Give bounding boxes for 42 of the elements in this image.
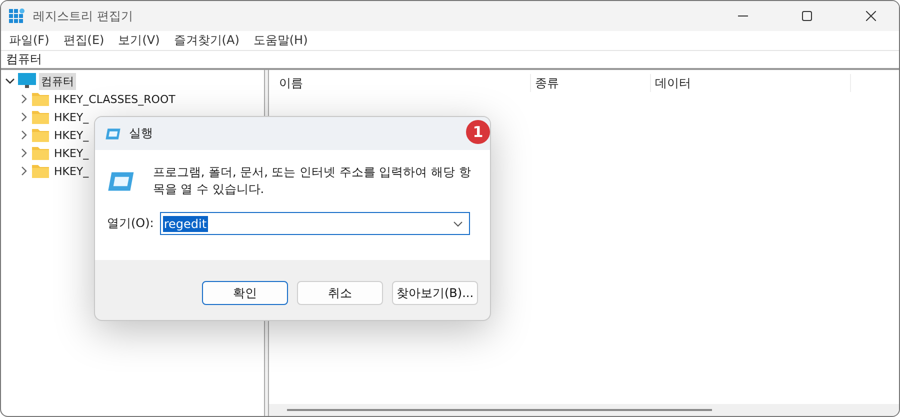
address-bar[interactable]: 컴퓨터: [1, 50, 899, 70]
dialog-message: 프로그램, 폴더, 문서, 또는 인터넷 주소를 입력하여 해당 항목을 열 수 있습니다.: [152, 164, 472, 198]
tree-item[interactable]: 컴퓨터: [39, 72, 76, 90]
dialog-button[interactable]: 확인: [202, 281, 288, 305]
folder-icon: [32, 92, 49, 106]
folder-icon: [32, 110, 49, 124]
close-icon: [866, 11, 876, 21]
menu-item[interactable]: 파일(F): [9, 32, 50, 49]
column-header[interactable]: 종류: [531, 74, 651, 92]
tree-item[interactable]: HKEY_: [52, 146, 91, 160]
chevron-down-icon[interactable]: [5, 76, 15, 86]
column-header[interactable]: 이름: [275, 74, 531, 92]
dialog-title: 실행: [129, 125, 153, 142]
run-window-icon: [107, 170, 135, 192]
folder-icon: [32, 128, 49, 142]
open-label: 열기(O):: [107, 215, 154, 232]
maximize-icon: [802, 11, 812, 21]
menu-item[interactable]: 즐겨찾기(A): [174, 32, 240, 49]
menu-item[interactable]: 도움말(H): [253, 32, 308, 49]
dialog-button[interactable]: 취소: [297, 281, 383, 305]
tree-item[interactable]: HKEY_: [52, 110, 91, 124]
chevron-right-icon[interactable]: [19, 130, 29, 140]
window-title: 레지스트리 편집기: [33, 8, 134, 24]
monitor-icon: [18, 73, 36, 89]
dialog-button[interactable]: 찾아보기(B)...: [392, 281, 478, 305]
menu-item[interactable]: 편집(E): [63, 32, 104, 49]
chevron-right-icon[interactable]: [19, 112, 29, 122]
open-combo-field[interactable]: regedit: [160, 212, 470, 235]
tree-item[interactable]: HKEY_: [52, 164, 91, 178]
folder-icon: [32, 164, 49, 178]
run-window-icon: [105, 128, 121, 140]
chevron-right-icon[interactable]: [19, 166, 29, 176]
folder-icon: [32, 146, 49, 160]
chevron-right-icon[interactable]: [19, 94, 29, 104]
chevron-right-icon[interactable]: [19, 148, 29, 158]
column-header[interactable]: 데이터: [651, 74, 851, 92]
registry-grid-icon: [9, 8, 25, 24]
dropdown-caret-icon[interactable]: [452, 220, 463, 226]
menu-item[interactable]: 보기(V): [118, 32, 160, 49]
tree-item[interactable]: HKEY_CLASSES_ROOT: [52, 92, 178, 106]
horizontal-scrollbar[interactable]: [269, 404, 899, 416]
tree-item[interactable]: HKEY_: [52, 128, 91, 142]
